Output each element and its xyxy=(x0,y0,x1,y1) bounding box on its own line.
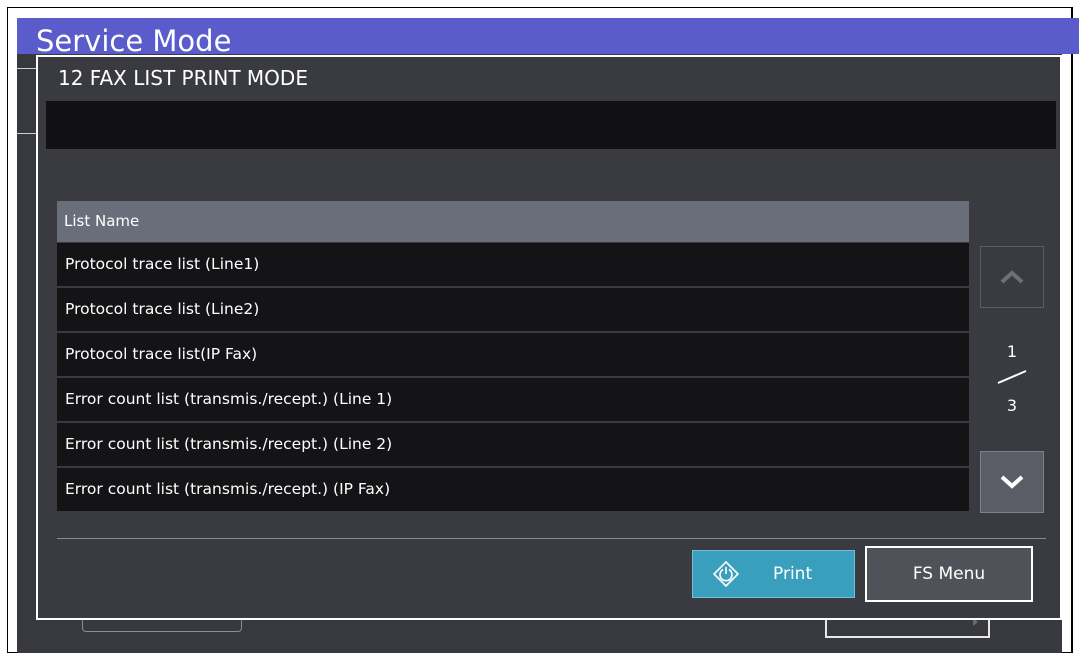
scroll-up-button[interactable] xyxy=(980,246,1044,308)
fax-list-print-dialog: 12 FAX LIST PRINT MODE List Name Protoco… xyxy=(36,55,1062,620)
start-diamond-icon xyxy=(713,561,739,587)
list-row[interactable]: Error count list (transmis./recept.) (IP… xyxy=(57,468,969,511)
chevron-up-icon xyxy=(1000,270,1024,284)
message-bar xyxy=(46,101,1056,149)
print-label: Print xyxy=(773,564,813,584)
scroll-down-button[interactable] xyxy=(980,451,1044,513)
list-table: Protocol trace list (Line1) Protocol tra… xyxy=(57,243,969,513)
background-panel-left xyxy=(17,68,37,134)
total-pages: 3 xyxy=(1006,396,1018,415)
dialog-title: 12 FAX LIST PRINT MODE xyxy=(58,66,308,90)
print-button[interactable]: Print xyxy=(692,550,855,598)
list-row[interactable]: Protocol trace list (Line2) xyxy=(57,288,969,331)
list-row[interactable]: Error count list (transmis./recept.) (Li… xyxy=(57,423,969,466)
list-row[interactable]: Error count list (transmis./recept.) (Li… xyxy=(57,378,969,421)
footer-divider xyxy=(57,538,1046,539)
chevron-down-icon xyxy=(1000,475,1024,489)
list-name-column-header: List Name xyxy=(57,201,969,242)
list-row[interactable]: Protocol trace list (Line1) xyxy=(57,243,969,286)
service-mode-header: Service Mode xyxy=(17,18,1079,54)
page-indicator: 1 3 xyxy=(980,342,1044,432)
current-page: 1 xyxy=(1006,342,1018,361)
list-row[interactable]: Protocol trace list(IP Fax) xyxy=(57,333,969,376)
page-separator xyxy=(997,370,1027,384)
fs-menu-button[interactable]: FS Menu xyxy=(865,546,1033,602)
